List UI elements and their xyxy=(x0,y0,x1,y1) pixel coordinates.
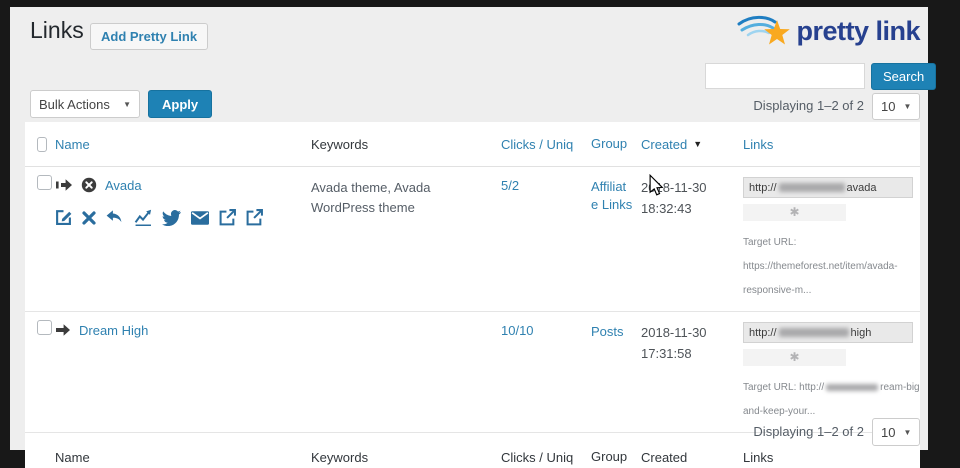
copy-asterisk-icon[interactable]: ✱ xyxy=(743,349,846,366)
shooting-star-icon xyxy=(736,11,794,51)
search-button[interactable]: Search xyxy=(871,63,936,90)
pretty-link-links-page: Links Add Pretty Link pretty link Search… xyxy=(10,7,928,450)
select-all-checkbox[interactable] xyxy=(37,137,47,152)
short-url-prefix: http:// xyxy=(749,182,777,194)
keywords-cell: Avada theme, Avada WordPress theme xyxy=(311,167,501,311)
clicks-link[interactable]: 5/2 xyxy=(501,178,519,193)
stats-icon[interactable] xyxy=(134,209,152,226)
short-url-field[interactable]: http:// high xyxy=(743,322,913,343)
per-page-select-bottom[interactable]: 10 ▼ xyxy=(872,418,920,446)
apply-button[interactable]: Apply xyxy=(148,90,212,118)
chevron-down-icon: ▼ xyxy=(903,428,911,437)
target-url-line2: responsive-m... xyxy=(743,285,811,296)
bulk-actions-select[interactable]: Bulk Actions ▼ xyxy=(30,90,140,118)
delete-icon[interactable] xyxy=(82,211,96,225)
no-follow-circle-x-icon xyxy=(81,177,97,193)
column-header-created[interactable]: Created xyxy=(641,137,687,152)
column-header-name[interactable]: Name xyxy=(55,137,90,152)
footer-header-links[interactable]: Links xyxy=(743,450,773,465)
screenshot-frame: Links Add Pretty Link pretty link Search… xyxy=(0,0,960,468)
per-page-value: 10 xyxy=(881,425,895,440)
table-header-row: Name Keywords Clicks / Uniq Group Create… xyxy=(25,122,920,167)
keywords-cell xyxy=(311,312,501,432)
row-actions xyxy=(55,209,303,226)
bulk-actions-value: Bulk Actions xyxy=(39,97,110,112)
links-table: Name Keywords Clicks / Uniq Group Create… xyxy=(25,122,920,468)
short-url-prefix: http:// xyxy=(749,327,777,339)
per-page-value: 10 xyxy=(881,99,895,114)
footer-header-name[interactable]: Name xyxy=(55,450,90,465)
displaying-count-top: Displaying 1–2 of 2 xyxy=(753,98,864,113)
clicks-link[interactable]: 10/10 xyxy=(501,323,534,338)
short-url-suffix: high xyxy=(851,327,872,339)
short-url-field[interactable]: http:// avada xyxy=(743,177,913,198)
twitter-icon[interactable] xyxy=(162,210,181,226)
footer-header-created[interactable]: Created xyxy=(641,450,687,465)
row-checkbox[interactable] xyxy=(37,175,52,190)
target-url-text: Target URL: https://themeforest.net/item… xyxy=(743,231,920,303)
displaying-count-bottom: Displaying 1–2 of 2 xyxy=(753,424,864,439)
per-page-select-top[interactable]: 10 ▼ xyxy=(872,93,920,120)
table-row: Avada xyxy=(25,167,920,312)
mouse-cursor xyxy=(648,174,665,197)
page-title: Links xyxy=(30,17,84,44)
chevron-down-icon: ▼ xyxy=(903,102,911,111)
column-header-keywords: Keywords xyxy=(311,137,368,152)
link-name[interactable]: Avada xyxy=(105,178,142,193)
short-url-suffix: avada xyxy=(847,182,877,194)
reset-icon[interactable] xyxy=(106,210,124,225)
external-link-icon[interactable] xyxy=(246,209,263,226)
redacted-url-segment xyxy=(779,328,849,337)
created-cell: 2018-11-30 17:31:58 xyxy=(641,312,743,432)
chevron-down-icon: ▼ xyxy=(123,100,131,109)
footer-header-clicks[interactable]: Clicks / Uniq xyxy=(501,450,573,465)
group-link[interactable]: Affiliate Links xyxy=(591,179,632,212)
table-row: Dream High 10/10 Posts 2018-11-30 17:31:… xyxy=(25,312,920,433)
footer-header-group[interactable]: Group xyxy=(591,448,627,466)
external-link-icon[interactable] xyxy=(219,209,236,226)
target-url-line1: Target URL: https://themeforest.net/item… xyxy=(743,237,898,272)
copy-asterisk-icon[interactable]: ✱ xyxy=(743,204,846,221)
search-input[interactable] xyxy=(705,63,865,89)
target-url-line2: and-keep-your... xyxy=(743,406,815,417)
column-header-clicks[interactable]: Clicks / Uniq xyxy=(501,137,573,152)
column-header-links[interactable]: Links xyxy=(743,137,773,152)
edit-icon[interactable] xyxy=(55,209,72,226)
logo-wordmark: pretty link xyxy=(796,16,920,47)
pretty-bar-redirect-icon xyxy=(55,177,73,193)
redacted-url-segment xyxy=(826,384,878,391)
row-checkbox[interactable] xyxy=(37,320,52,335)
pretty-link-logo: pretty link xyxy=(736,11,920,51)
link-name[interactable]: Dream High xyxy=(79,323,148,338)
target-url-after: ream-big- xyxy=(880,382,920,393)
column-header-group[interactable]: Group xyxy=(591,135,627,153)
sort-desc-icon: ▼ xyxy=(693,139,702,149)
redirect-arrow-icon xyxy=(55,322,71,338)
email-icon[interactable] xyxy=(191,211,209,225)
target-url-prefix: Target URL: http:// xyxy=(743,382,824,393)
footer-header-keywords: Keywords xyxy=(311,450,368,465)
redacted-url-segment xyxy=(779,183,845,192)
add-pretty-link-button[interactable]: Add Pretty Link xyxy=(90,23,208,50)
target-url-text: Target URL: http:// ream-big- and-keep-yo… xyxy=(743,376,920,424)
group-link[interactable]: Posts xyxy=(591,324,624,339)
